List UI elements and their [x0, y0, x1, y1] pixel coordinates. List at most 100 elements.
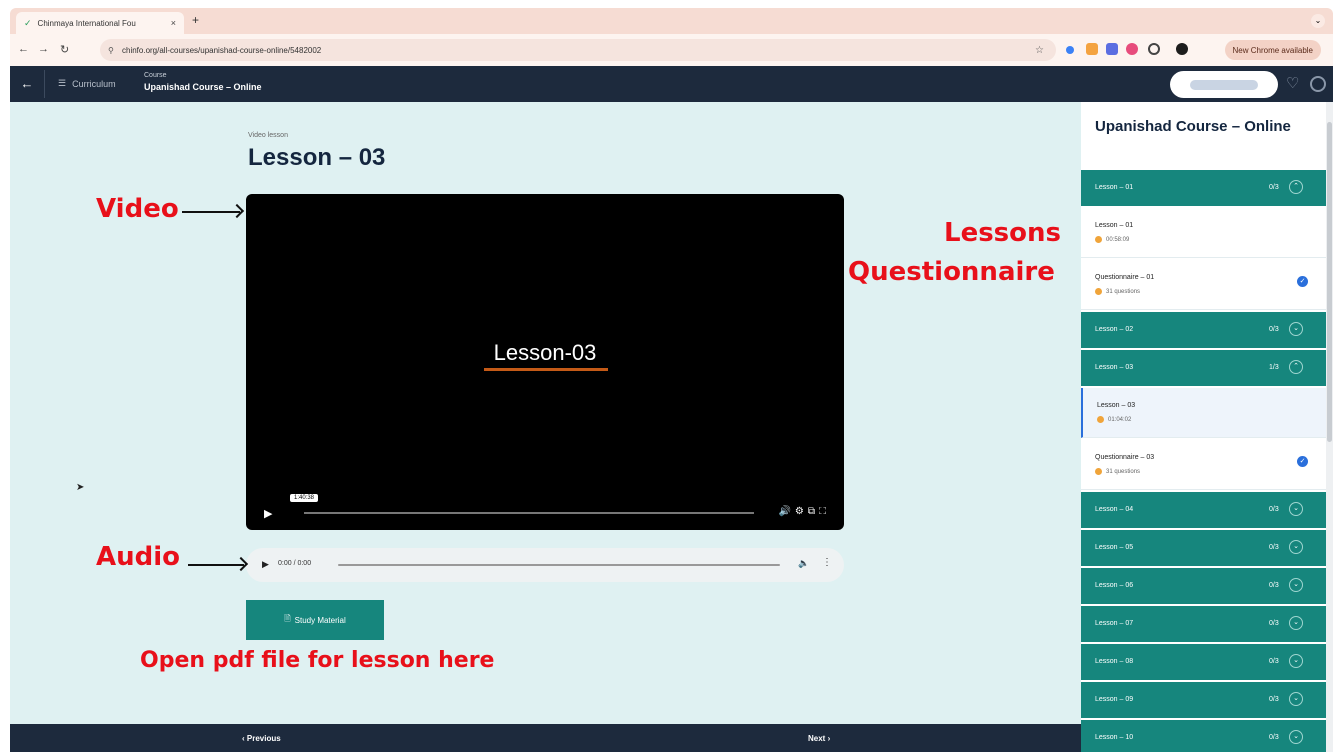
chevron-down-icon[interactable]: ⌄ — [1289, 692, 1303, 706]
section-progress-count: 0/3 — [1269, 658, 1279, 665]
chevron-down-icon[interactable]: ⌄ — [1289, 502, 1303, 516]
section-title: Lesson – 05 — [1095, 544, 1134, 551]
annotation-questionnaire: Questionnaire — [848, 257, 1055, 287]
sidebar-lesson-item[interactable]: Lesson – 03 01:04:02 — [1081, 388, 1326, 438]
section-title: Lesson – 03 — [1095, 364, 1134, 371]
extension-icon[interactable] — [1126, 43, 1138, 55]
item-meta: 00:58:09 — [1095, 236, 1129, 243]
section-title: Lesson – 08 — [1095, 658, 1134, 665]
chevron-down-icon[interactable]: ⌄ — [1289, 322, 1303, 336]
item-title: Lesson – 03 — [1097, 402, 1136, 409]
sidebar-section-header[interactable]: Lesson – 02 0/3 ⌄ — [1081, 312, 1326, 348]
video-controls[interactable]: 🔊⚙⧉⛶ — [778, 506, 830, 517]
sidebar-section-header[interactable]: Lesson – 03 1/3 ⌃ — [1081, 350, 1326, 386]
profile-avatar[interactable] — [1176, 43, 1188, 55]
section-progress-count: 0/3 — [1269, 734, 1279, 741]
bookmark-star-icon[interactable]: ☆ — [1035, 45, 1044, 56]
chevron-down-icon[interactable]: ⌄ — [1289, 540, 1303, 554]
previous-button[interactable]: ‹ Previous — [242, 734, 281, 743]
sidebar-section-header[interactable]: Lesson – 08 0/3 ⌄ — [1081, 644, 1326, 680]
audio-play-icon[interactable]: ▶ — [262, 559, 269, 570]
section-progress-count: 0/3 — [1269, 544, 1279, 551]
new-chrome-available-button[interactable]: New Chrome available — [1224, 40, 1321, 60]
lesson-title: Lesson – 03 — [248, 144, 386, 171]
video-player[interactable]: Lesson-03 1:40:38 ▶ 🔊⚙⧉⛶ — [246, 194, 844, 530]
video-progress-bar[interactable] — [304, 512, 754, 514]
back-arrow-icon[interactable]: ← — [16, 76, 38, 91]
tab-search-icon[interactable]: ⌄ — [1311, 14, 1325, 28]
reload-icon[interactable]: ↻ — [60, 43, 69, 56]
item-meta-text: 31 questions — [1106, 288, 1141, 295]
completed-check-icon: ✓ — [1297, 456, 1308, 467]
site-info-icon[interactable]: ⚲ — [108, 46, 114, 55]
chevron-down-icon[interactable]: ⌄ — [1289, 730, 1303, 744]
sidebar-section-header[interactable]: Lesson – 09 0/3 ⌄ — [1081, 682, 1326, 718]
completed-check-icon: ✓ — [1297, 276, 1308, 287]
sidebar-section-header[interactable]: Lesson – 07 0/3 ⌄ — [1081, 606, 1326, 642]
section-title: Lesson – 10 — [1095, 734, 1134, 741]
audio-player[interactable]: ▶ 0:00 / 0:00 🔈 ⋮ — [246, 548, 844, 582]
browser-tab[interactable]: ✓ Chinmaya International Fou × — [16, 12, 184, 34]
next-button[interactable]: Next › — [808, 734, 830, 743]
curriculum-sidebar: Upanishad Course – Online Lesson – 01 0/3… — [1081, 102, 1333, 752]
section-progress-count: 0/3 — [1269, 184, 1279, 191]
browser-forward-icon[interactable]: → — [38, 43, 49, 55]
menu-icon: ☰ — [58, 78, 67, 88]
study-material-button[interactable]: 🗎 Study Material — [246, 600, 384, 640]
new-tab-icon[interactable]: + — [192, 13, 199, 27]
sidebar-course-title: Upanishad Course – Online — [1095, 118, 1291, 135]
video-play-icon[interactable]: ▶ — [264, 507, 272, 520]
url-bar[interactable]: ⚲ chinfo.org/all-courses/upanishad-cours… — [100, 39, 1056, 61]
clock-icon — [1095, 236, 1102, 243]
tab-title: Chinmaya International Fou — [37, 18, 136, 28]
clock-icon — [1095, 288, 1102, 295]
sidebar-section-header[interactable]: Lesson – 01 0/3 ⌃ — [1081, 170, 1326, 206]
address-bar-row: ← → ↻ ⚲ chinfo.org/all-courses/upanishad… — [10, 34, 1333, 66]
extension-icon[interactable] — [1106, 43, 1118, 55]
chevron-down-icon[interactable]: ⌄ — [1289, 616, 1303, 630]
chevron-up-icon[interactable]: ⌃ — [1289, 180, 1303, 194]
course-name: Upanishad Course – Online — [144, 82, 262, 92]
sidebar-section-header[interactable]: Lesson – 06 0/3 ⌄ — [1081, 568, 1326, 604]
url-text: chinfo.org/all-courses/upanishad-course-… — [122, 45, 322, 55]
annotation-arrow-icon — [182, 211, 240, 213]
lesson-nav-bar: ‹ Previous Next › — [10, 724, 1081, 752]
section-title: Lesson – 02 — [1095, 326, 1134, 333]
sidebar-section-header[interactable]: Lesson – 10 0/3 ⌄ — [1081, 720, 1326, 752]
item-title: Questionnaire – 01 — [1095, 274, 1155, 281]
section-title: Lesson – 01 — [1095, 184, 1134, 191]
curriculum-toggle[interactable]: ☰ Curriculum — [58, 78, 116, 89]
sidebar-lesson-item[interactable]: Questionnaire – 01 31 questions ✓ — [1081, 260, 1326, 310]
audio-volume-icon[interactable]: 🔈 — [798, 558, 809, 569]
browser-back-icon[interactable]: ← — [18, 43, 29, 55]
item-meta: 31 questions — [1095, 288, 1140, 295]
tab-close-icon[interactable]: × — [171, 18, 176, 28]
annotation-audio: Audio — [96, 542, 181, 572]
sidebar-lesson-item[interactable]: Lesson – 01 00:58:09 — [1081, 208, 1326, 258]
section-title: Lesson – 09 — [1095, 696, 1134, 703]
section-progress-count: 0/3 — [1269, 620, 1279, 627]
section-progress-count: 0/3 — [1269, 326, 1279, 333]
annotation-video: Video — [96, 194, 179, 224]
sidebar-scrollbar[interactable] — [1326, 102, 1333, 752]
user-menu[interactable] — [1170, 71, 1278, 98]
extensions-puzzle-icon[interactable] — [1148, 43, 1160, 55]
section-title: Lesson – 07 — [1095, 620, 1134, 627]
sidebar-lesson-item[interactable]: Questionnaire – 03 31 questions ✓ — [1081, 440, 1326, 490]
chevron-down-icon[interactable]: ⌄ — [1289, 578, 1303, 592]
annotation-lessons: Lessons — [944, 218, 1061, 248]
heart-icon[interactable]: ♡ — [1286, 74, 1299, 92]
sidebar-section-header[interactable]: Lesson – 05 0/3 ⌄ — [1081, 530, 1326, 566]
site-favicon-icon: ✓ — [24, 17, 32, 28]
course-key-label: Course — [144, 72, 167, 79]
chevron-up-icon[interactable]: ⌃ — [1289, 360, 1303, 374]
sidebar-section-header[interactable]: Lesson – 04 0/3 ⌄ — [1081, 492, 1326, 528]
settings-icon[interactable] — [1310, 76, 1326, 92]
extension-icon[interactable] — [1066, 46, 1074, 54]
extension-icon[interactable] — [1086, 43, 1098, 55]
scrollbar-thumb[interactable] — [1327, 122, 1332, 442]
audio-progress-bar[interactable] — [338, 564, 780, 566]
item-meta-text: 31 questions — [1106, 468, 1141, 475]
audio-more-icon[interactable]: ⋮ — [822, 557, 832, 568]
chevron-down-icon[interactable]: ⌄ — [1289, 654, 1303, 668]
